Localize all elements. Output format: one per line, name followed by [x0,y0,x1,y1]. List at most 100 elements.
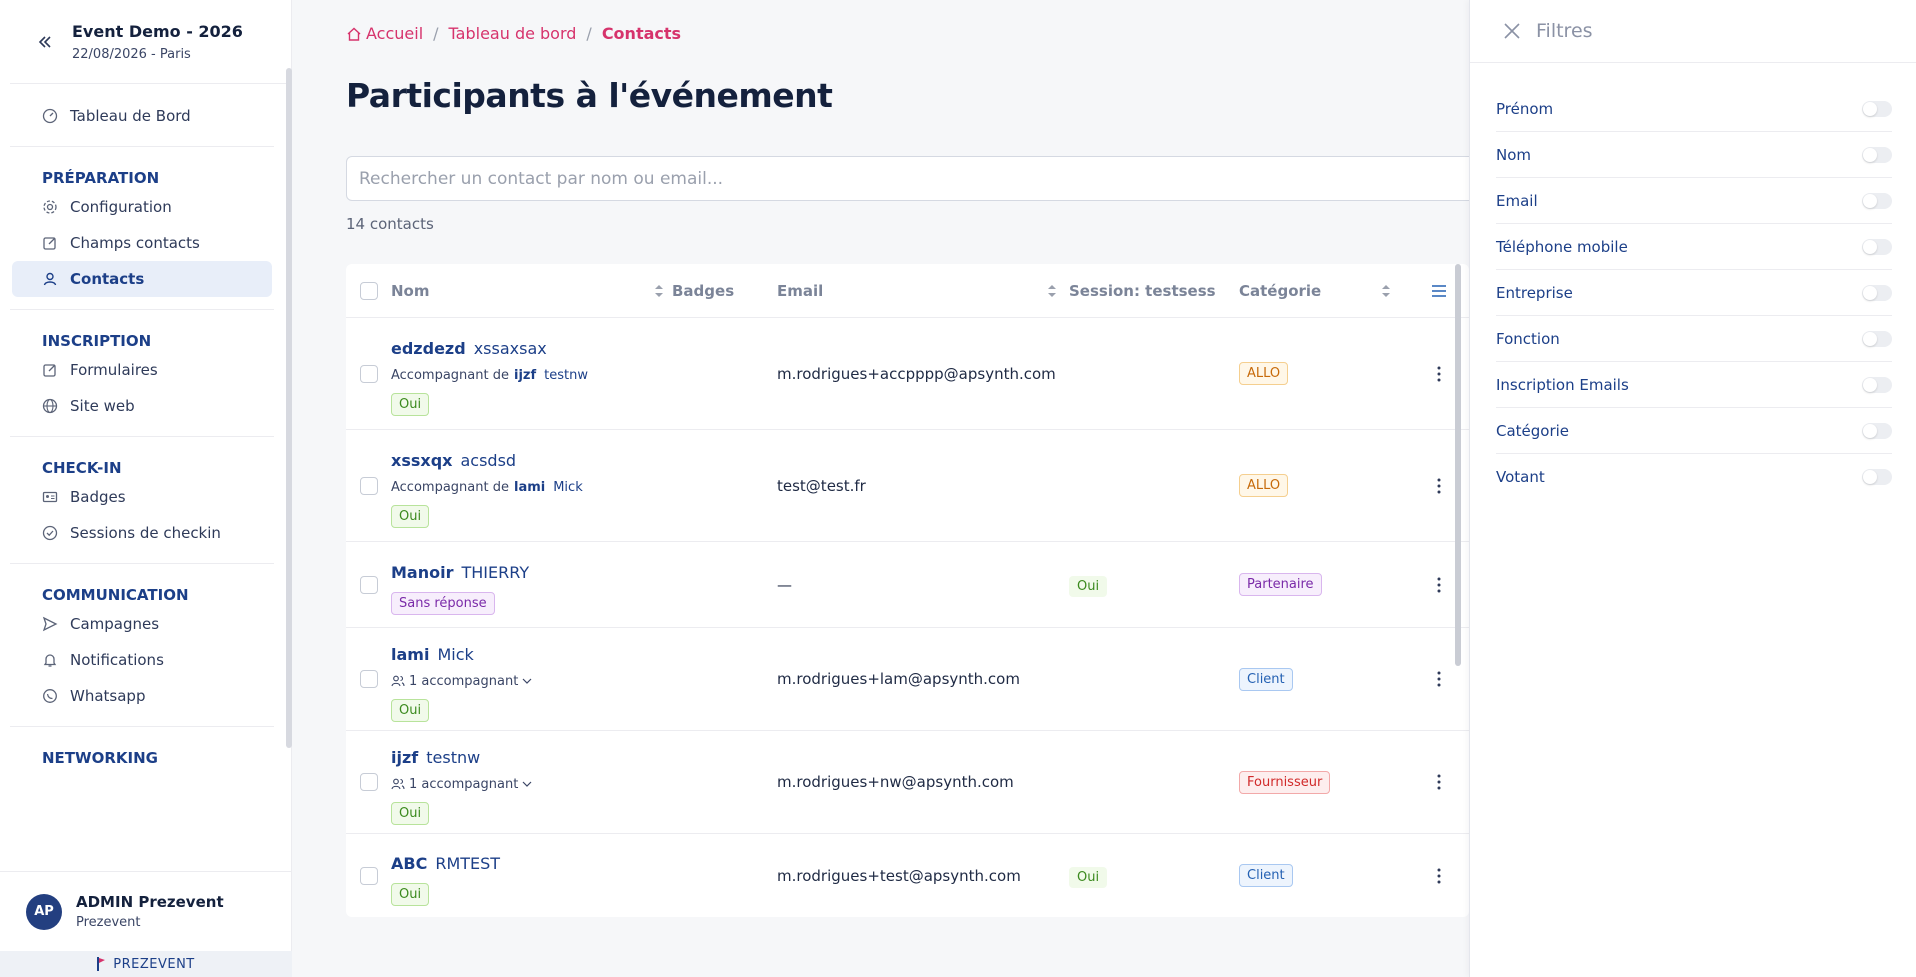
status-badge: Oui [391,698,430,722]
event-subtitle: 22/08/2026 - Paris [72,46,191,62]
column-label: Catégorie [1239,281,1322,300]
filter-toggle[interactable] [1862,422,1892,439]
section-networking: NETWORKING [42,749,158,767]
column-categorie[interactable]: Catégorie [1239,282,1409,300]
last-name[interactable]: Mick [437,645,473,664]
kebab-menu-icon [1437,366,1441,381]
filter-votant: Votant [1496,454,1892,500]
filter-label: Nom [1496,145,1532,164]
user-org: Prezevent [76,915,141,930]
row-actions-button[interactable] [1409,671,1469,687]
last-name[interactable]: testnw [426,748,480,767]
parent-last-name[interactable]: testnw [544,368,588,383]
sort-icon [1382,284,1390,297]
brand-name: PREZEVENT [113,956,195,972]
menu-icon [1432,284,1446,297]
row-checkbox[interactable] [359,364,378,383]
filter-toggle[interactable] [1862,284,1892,301]
filter-entreprise: Entreprise [1496,270,1892,316]
sidebar-item-configuration[interactable]: Configuration [10,189,274,225]
filters-panel: Filtres Prénom Nom Email Téléphone mobil… [1469,0,1916,977]
filter-toggle[interactable] [1862,192,1892,209]
filter-toggle[interactable] [1862,146,1892,163]
name-cell: xssxqx acsdsd Accompagnant de lami Mick Oui [391,443,672,528]
table-row[interactable]: xssxqx acsdsd Accompagnant de lami Mick Oui… [346,430,1469,542]
parent-first-name[interactable]: lami [514,480,545,495]
globe-icon [42,398,58,414]
parent-last-name[interactable]: Mick [553,480,583,495]
row-actions-button[interactable] [1409,868,1469,884]
accompanist-toggle[interactable]: 1 accompagnant [391,777,672,792]
accompanist-label: Accompagnant de [391,368,509,383]
column-label: Nom [391,281,430,300]
row-checkbox[interactable] [359,670,378,688]
column-session: Session: testsess [1069,281,1216,300]
sidebar-item-champs-contacts[interactable]: Champs contacts [10,225,274,261]
sidebar-item-campagnes[interactable]: Campagnes [10,606,274,642]
avatar: AP [26,893,62,930]
user-name: ADMIN Prezevent [76,893,224,911]
email-cell: m.rodrigues+lam@apsynth.com [777,670,1020,688]
first-name[interactable]: Manoir [391,563,453,582]
column-email[interactable]: Email [777,282,1069,300]
accompanist-count: 1 accompagnant [409,673,519,689]
users-icon [391,675,405,687]
double-chevron-left-icon [38,35,51,48]
kebab-menu-icon [1437,671,1441,687]
accompanist-toggle[interactable]: 1 accompagnant [391,674,672,689]
table-scrollbar[interactable] [1455,264,1461,666]
table-row[interactable]: Manoir THIERRY Sans réponse — Oui Partena… [346,542,1469,628]
last-name[interactable]: THIERRY [461,563,529,582]
row-checkbox[interactable] [359,575,378,594]
first-name[interactable]: ijzf [391,748,418,767]
row-actions-button[interactable] [1409,774,1469,790]
filter-toggle[interactable] [1862,238,1892,255]
select-all-checkbox[interactable] [359,281,378,300]
sidebar-item-badges[interactable]: Badges [10,479,274,515]
brand-footer: PREZEVENT [0,951,292,977]
sidebar-item-contacts[interactable]: Contacts [12,261,272,297]
filter-toggle[interactable] [1862,330,1892,347]
first-name[interactable]: lami [391,645,429,664]
filter-categorie: Catégorie [1496,408,1892,454]
home-icon [347,27,361,41]
table-header: Nom Badges Email Session: testsess Catég… [346,264,1469,318]
event-header: Event Demo - 2026 22/08/2026 - Paris [10,0,291,84]
column-nom[interactable]: Nom [391,282,672,300]
user-profile[interactable]: AP ADMIN Prezevent Prezevent [0,871,292,951]
table-row[interactable]: edzdezd xssaxsax Accompagnant de ijzf testn… [346,318,1469,430]
sidebar-item-whatsapp[interactable]: Whatsapp [10,678,274,714]
filter-toggle[interactable] [1862,100,1892,117]
last-name[interactable]: xssaxsax [474,339,547,358]
sidebar-item-tableau-de-bord[interactable]: Tableau de Bord [10,98,274,134]
section-inscription: INSCRIPTION [42,332,152,350]
table-row[interactable]: lami Mick 1 accompagnant Oui m.rodrigues+… [346,628,1469,731]
collapse-sidebar-button[interactable] [32,29,58,55]
filter-toggle[interactable] [1862,376,1892,393]
row-checkbox[interactable] [359,476,378,495]
first-name[interactable]: ABC [391,854,427,873]
sidebar-item-site-web[interactable]: Site web [10,388,274,424]
breadcrumb-dashboard[interactable]: Tableau de bord [449,24,577,43]
search-input[interactable] [346,156,1496,201]
status-badge: Oui [391,505,430,528]
first-name[interactable]: xssxqx [391,451,452,470]
parent-first-name[interactable]: ijzf [514,368,536,383]
first-name[interactable]: edzdezd [391,339,466,358]
last-name[interactable]: RMTEST [435,854,500,873]
sidebar-item-label: Configuration [70,198,172,216]
filter-toggle[interactable] [1862,469,1892,485]
table-row[interactable]: ABC RMTEST Oui m.rodrigues+test@apsynth.c… [346,834,1469,917]
last-name[interactable]: acsdsd [460,451,516,470]
sidebar-item-notifications[interactable]: Notifications [10,642,274,678]
sidebar-item-formulaires[interactable]: Formulaires [10,352,274,388]
row-checkbox[interactable] [359,773,378,791]
close-icon[interactable] [1502,21,1522,41]
table-row[interactable]: ijzf testnw 1 accompagnant Oui m.rodrigue… [346,731,1469,834]
row-checkbox[interactable] [359,866,378,885]
event-title: Event Demo - 2026 [72,21,243,41]
sidebar-item-sessions-de-checkin[interactable]: Sessions de checkin [10,515,274,551]
sidebar-nav: Tableau de Bord PRÉPARATION Configuratio… [10,84,274,769]
breadcrumb-home[interactable]: Accueil [366,24,423,43]
sidebar-item-label: Champs contacts [70,234,200,252]
